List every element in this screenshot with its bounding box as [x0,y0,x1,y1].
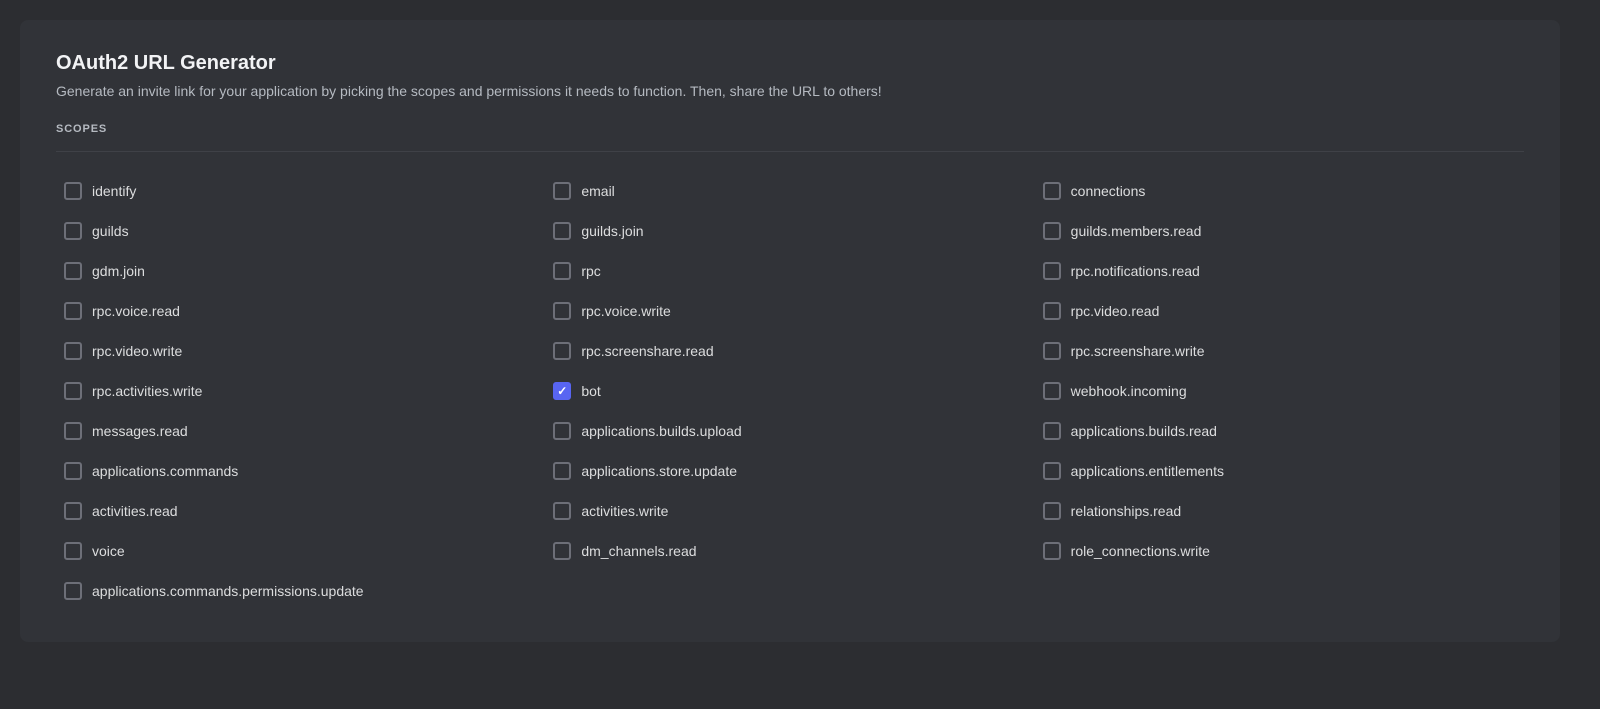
scope-checkbox-applications.builds.read[interactable] [1043,422,1061,440]
scopes-grid: identify email connections guilds guilds.joi… [56,172,1524,610]
scope-checkbox-identify[interactable] [64,182,82,200]
scopes-label: SCOPES [56,123,1524,135]
scope-checkbox-applications.commands.permissions.update[interactable] [64,582,82,600]
scope-checkbox-activities.read[interactable] [64,502,82,520]
scope-checkbox-applications.entitlements[interactable] [1043,462,1061,480]
scope-item-rpc.screenshare.write[interactable]: rpc.screenshare.write [1035,332,1524,370]
scope-label-guilds: guilds [92,223,129,239]
scope-checkbox-applications.commands[interactable] [64,462,82,480]
scope-checkbox-email[interactable] [553,182,571,200]
scope-item-guilds.join[interactable]: guilds.join [545,212,1034,250]
scope-label-webhook.incoming: webhook.incoming [1071,383,1187,399]
scope-item-applications.builds.upload[interactable]: applications.builds.upload [545,412,1034,450]
scope-checkbox-rpc.video.read[interactable] [1043,302,1061,320]
scope-label-gdm.join: gdm.join [92,263,145,279]
scope-item-identify[interactable]: identify [56,172,545,210]
scope-label-applications.builds.upload: applications.builds.upload [581,423,741,439]
scope-label-applications.commands.permissions.update: applications.commands.permissions.update [92,583,364,599]
scope-item-rpc.video.write[interactable]: rpc.video.write [56,332,545,370]
scope-checkbox-applications.builds.upload[interactable] [553,422,571,440]
scope-item-rpc[interactable]: rpc [545,252,1034,290]
scope-checkbox-dm_channels.read[interactable] [553,542,571,560]
page-subtitle: Generate an invite link for your applica… [56,83,1524,99]
scope-label-guilds.join: guilds.join [581,223,643,239]
scope-item-rpc.voice.write[interactable]: rpc.voice.write [545,292,1034,330]
scope-label-rpc.voice.read: rpc.voice.read [92,303,180,319]
scope-item-applications.builds.read[interactable]: applications.builds.read [1035,412,1524,450]
scope-label-rpc.notifications.read: rpc.notifications.read [1071,263,1200,279]
scope-checkbox-role_connections.write[interactable] [1043,542,1061,560]
scope-label-rpc: rpc [581,263,600,279]
scope-checkbox-webhook.incoming[interactable] [1043,382,1061,400]
scope-checkbox-relationships.read[interactable] [1043,502,1061,520]
scope-label-relationships.read: relationships.read [1071,503,1182,519]
scope-label-guilds.members.read: guilds.members.read [1071,223,1202,239]
scope-item-guilds.members.read[interactable]: guilds.members.read [1035,212,1524,250]
scope-item-guilds[interactable]: guilds [56,212,545,250]
scope-checkbox-rpc.screenshare.write[interactable] [1043,342,1061,360]
scope-checkbox-guilds[interactable] [64,222,82,240]
scope-label-identify: identify [92,183,136,199]
scope-checkbox-rpc.notifications.read[interactable] [1043,262,1061,280]
scope-label-applications.store.update: applications.store.update [581,463,737,479]
scope-checkbox-rpc.screenshare.read[interactable] [553,342,571,360]
scope-label-rpc.screenshare.write: rpc.screenshare.write [1071,343,1205,359]
scope-checkbox-rpc.video.write[interactable] [64,342,82,360]
scope-checkbox-rpc.voice.write[interactable] [553,302,571,320]
scope-item-dm_channels.read[interactable]: dm_channels.read [545,532,1034,570]
scope-item-messages.read[interactable]: messages.read [56,412,545,450]
scope-checkbox-connections[interactable] [1043,182,1061,200]
scope-checkbox-rpc[interactable] [553,262,571,280]
scope-item-email[interactable]: email [545,172,1034,210]
scope-label-connections: connections [1071,183,1146,199]
scope-item-rpc.activities.write[interactable]: rpc.activities.write [56,372,545,410]
scope-label-rpc.screenshare.read: rpc.screenshare.read [581,343,713,359]
scope-item-bot[interactable]: bot [545,372,1034,410]
scope-item-gdm.join[interactable]: gdm.join [56,252,545,290]
scope-label-applications.builds.read: applications.builds.read [1071,423,1217,439]
scope-label-email: email [581,183,614,199]
scope-checkbox-gdm.join[interactable] [64,262,82,280]
scope-label-applications.entitlements: applications.entitlements [1071,463,1224,479]
scope-item-applications.store.update[interactable]: applications.store.update [545,452,1034,490]
scope-checkbox-guilds.members.read[interactable] [1043,222,1061,240]
scope-item-relationships.read[interactable]: relationships.read [1035,492,1524,530]
scope-item-applications.commands.permissions.update[interactable]: applications.commands.permissions.update [56,572,545,610]
scope-label-rpc.video.read: rpc.video.read [1071,303,1160,319]
scope-label-messages.read: messages.read [92,423,188,439]
scope-item-rpc.notifications.read[interactable]: rpc.notifications.read [1035,252,1524,290]
scope-label-bot: bot [581,383,600,399]
scope-item-activities.read[interactable]: activities.read [56,492,545,530]
scope-checkbox-rpc.activities.write[interactable] [64,382,82,400]
scope-checkbox-activities.write[interactable] [553,502,571,520]
main-container: OAuth2 URL Generator Generate an invite … [20,20,1560,642]
scope-item-applications.entitlements[interactable]: applications.entitlements [1035,452,1524,490]
scope-item-voice[interactable]: voice [56,532,545,570]
scope-label-activities.read: activities.read [92,503,178,519]
scope-label-rpc.video.write: rpc.video.write [92,343,182,359]
page-title: OAuth2 URL Generator [56,52,1524,75]
scope-label-dm_channels.read: dm_channels.read [581,543,696,559]
scope-checkbox-rpc.voice.read[interactable] [64,302,82,320]
scope-item-rpc.screenshare.read[interactable]: rpc.screenshare.read [545,332,1034,370]
scope-label-role_connections.write: role_connections.write [1071,543,1210,559]
scope-checkbox-guilds.join[interactable] [553,222,571,240]
divider [56,151,1524,152]
scope-checkbox-bot[interactable] [553,382,571,400]
scope-label-rpc.activities.write: rpc.activities.write [92,383,202,399]
scope-item-role_connections.write[interactable]: role_connections.write [1035,532,1524,570]
scope-checkbox-voice[interactable] [64,542,82,560]
scope-item-rpc.voice.read[interactable]: rpc.voice.read [56,292,545,330]
scope-checkbox-messages.read[interactable] [64,422,82,440]
scope-item-applications.commands[interactable]: applications.commands [56,452,545,490]
scope-label-rpc.voice.write: rpc.voice.write [581,303,670,319]
scope-label-applications.commands: applications.commands [92,463,238,479]
scope-item-webhook.incoming[interactable]: webhook.incoming [1035,372,1524,410]
scope-item-rpc.video.read[interactable]: rpc.video.read [1035,292,1524,330]
scope-checkbox-applications.store.update[interactable] [553,462,571,480]
scope-label-voice: voice [92,543,125,559]
scope-label-activities.write: activities.write [581,503,668,519]
scope-item-activities.write[interactable]: activities.write [545,492,1034,530]
scope-item-connections[interactable]: connections [1035,172,1524,210]
